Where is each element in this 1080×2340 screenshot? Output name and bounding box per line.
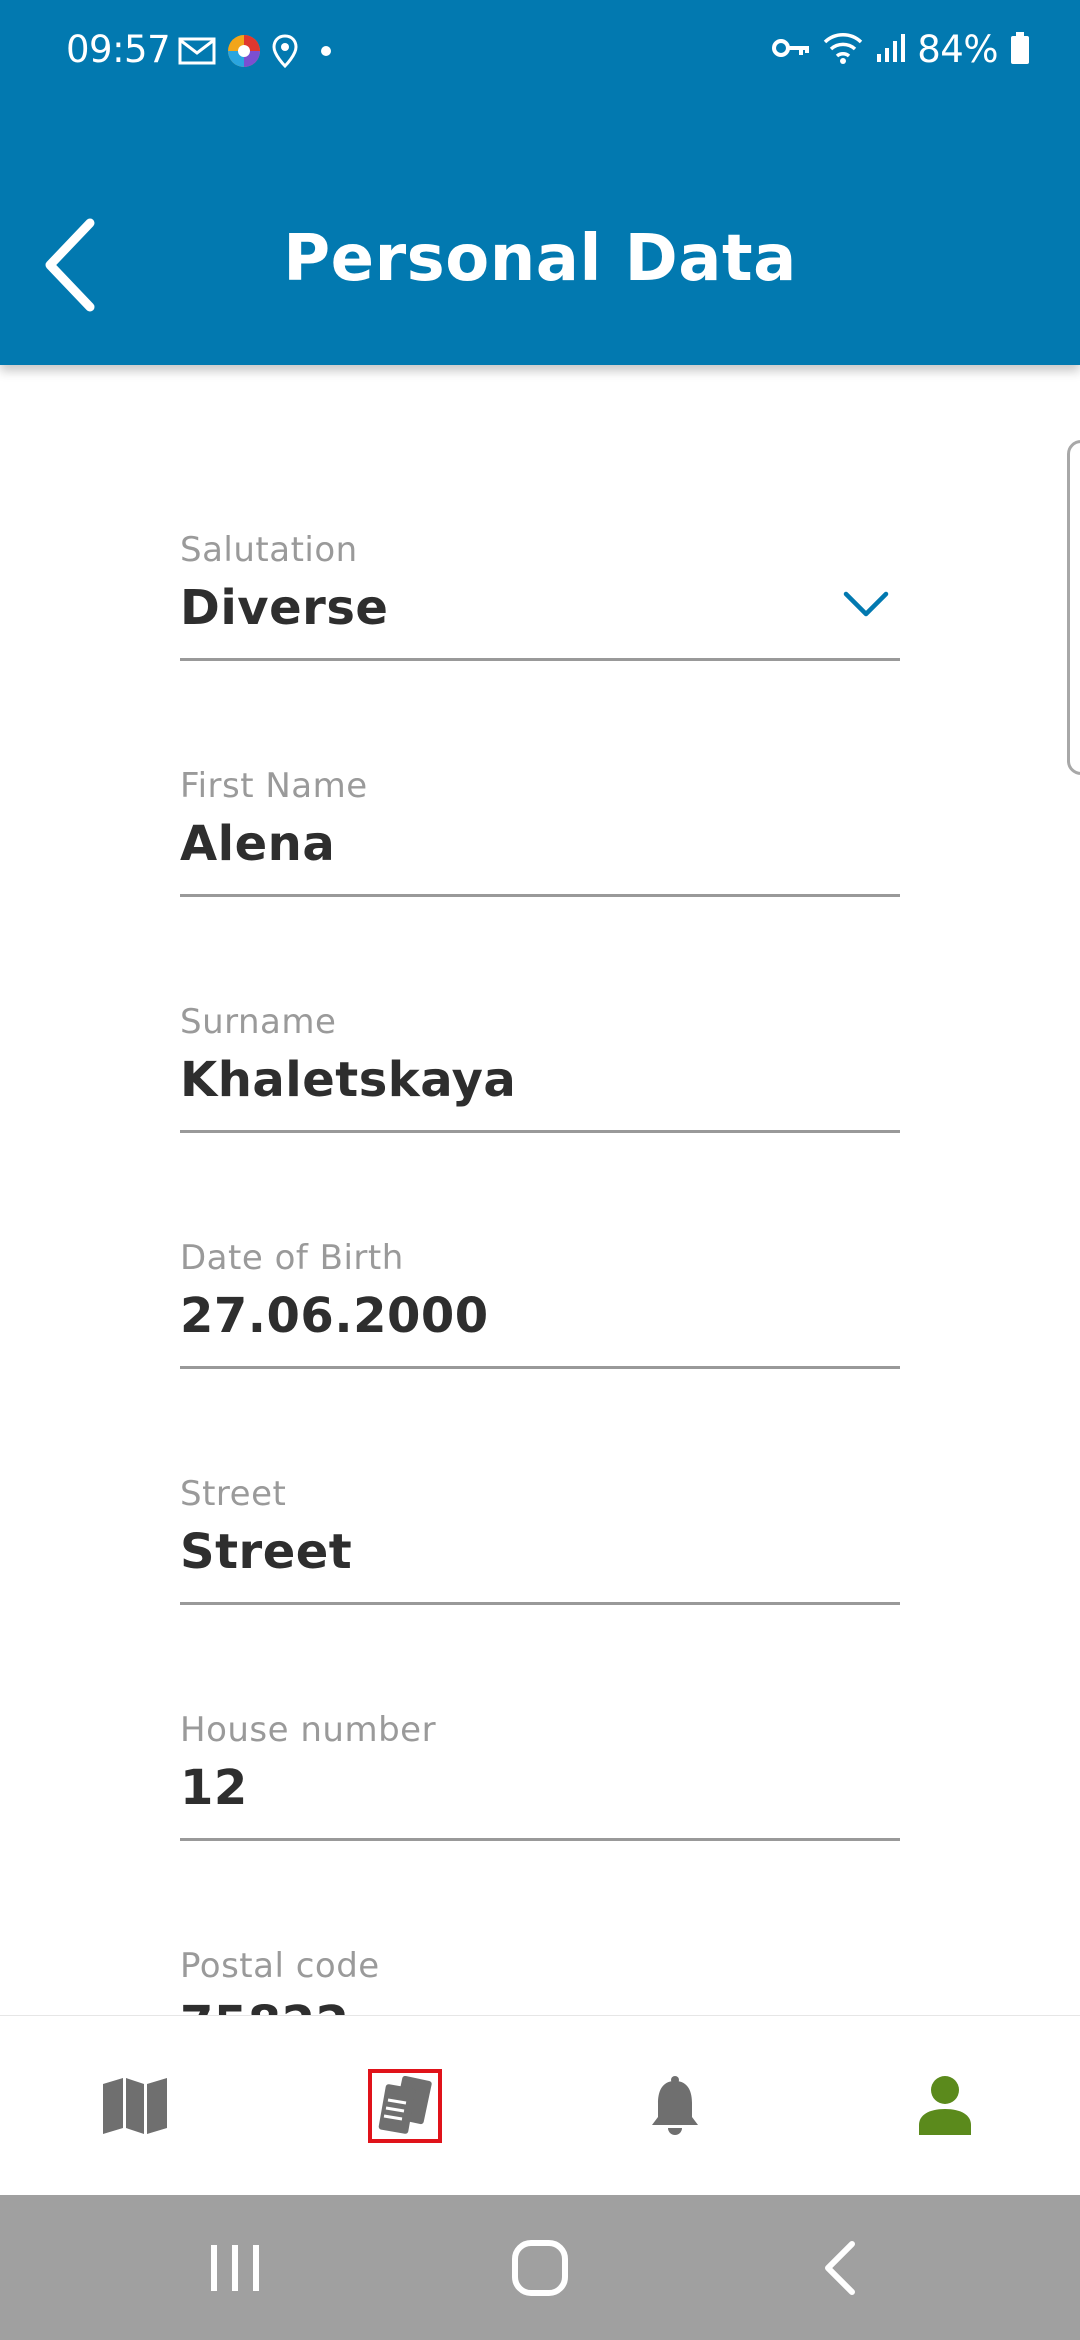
mail-icon	[178, 36, 216, 70]
dot-icon	[308, 36, 338, 70]
postal-code-field[interactable]: Postal code 75822	[180, 1946, 900, 2015]
system-back-button[interactable]	[740, 2195, 940, 2340]
bottom-navigation	[0, 2015, 1080, 2196]
date-of-birth-label: Date of Birth	[180, 1238, 404, 1278]
person-icon	[919, 2076, 971, 2135]
first-name-label: First Name	[180, 766, 368, 806]
back-icon	[825, 2240, 855, 2295]
browser-app-icon	[226, 33, 262, 73]
chevron-down-icon[interactable]	[842, 590, 890, 620]
street-value: Street	[180, 1524, 353, 1580]
nav-profile[interactable]	[810, 2016, 1080, 2196]
salutation-value: Diverse	[180, 580, 389, 636]
date-of-birth-field[interactable]: Date of Birth 27.06.2000	[180, 1238, 900, 1403]
home-button[interactable]	[440, 2195, 640, 2340]
surname-field[interactable]: Surname Khaletskaya	[180, 1002, 900, 1167]
recent-apps-icon	[211, 2244, 259, 2291]
bell-icon	[652, 2076, 698, 2135]
first-name-field[interactable]: First Name Alena	[180, 766, 900, 931]
status-icons-right: 84%	[771, 28, 1030, 71]
street-underline	[180, 1602, 900, 1605]
house-number-label: House number	[180, 1710, 437, 1750]
surname-label: Surname	[180, 1002, 337, 1042]
battery-icon	[1010, 31, 1030, 69]
location-icon	[272, 34, 298, 72]
street-label: Street	[180, 1474, 287, 1514]
app-bar: 09:57 84% Personal Data	[0, 0, 1080, 365]
map-icon	[103, 2078, 167, 2134]
vpn-key-icon	[771, 35, 811, 65]
home-icon	[512, 2239, 568, 2296]
house-number-underline	[180, 1838, 900, 1841]
wifi-icon	[823, 31, 863, 69]
nav-tickets[interactable]	[270, 2016, 540, 2196]
postal-code-value: 75822	[180, 1996, 350, 2015]
house-number-value: 12	[180, 1760, 248, 1816]
date-of-birth-underline	[180, 1366, 900, 1369]
salutation-underline	[180, 658, 900, 661]
recent-apps-button[interactable]	[135, 2195, 335, 2340]
status-time: 09:57	[66, 28, 171, 71]
postal-code-label: Postal code	[180, 1946, 380, 1986]
battery-percentage: 84%	[917, 28, 998, 71]
nav-notifications[interactable]	[540, 2016, 810, 2196]
personal-data-form: Salutation Diverse First Name Alena Surn…	[0, 365, 1080, 2015]
nav-map[interactable]	[0, 2016, 270, 2196]
system-navigation-bar	[0, 2195, 1080, 2340]
signal-icon	[875, 32, 906, 68]
date-of-birth-value: 27.06.2000	[180, 1288, 489, 1344]
street-field[interactable]: Street Street	[180, 1474, 900, 1639]
surname-underline	[180, 1130, 900, 1133]
house-number-field[interactable]: House number 12	[180, 1710, 900, 1875]
surname-value: Khaletskaya	[180, 1052, 517, 1108]
status-icons-left	[178, 33, 338, 73]
first-name-value: Alena	[180, 816, 336, 872]
tickets-icon	[378, 2076, 432, 2134]
salutation-field[interactable]: Salutation Diverse	[180, 530, 900, 695]
salutation-label: Salutation	[180, 530, 358, 570]
tickets-highlight	[368, 2069, 442, 2143]
first-name-underline	[180, 894, 900, 897]
page-title: Personal Data	[283, 222, 797, 296]
